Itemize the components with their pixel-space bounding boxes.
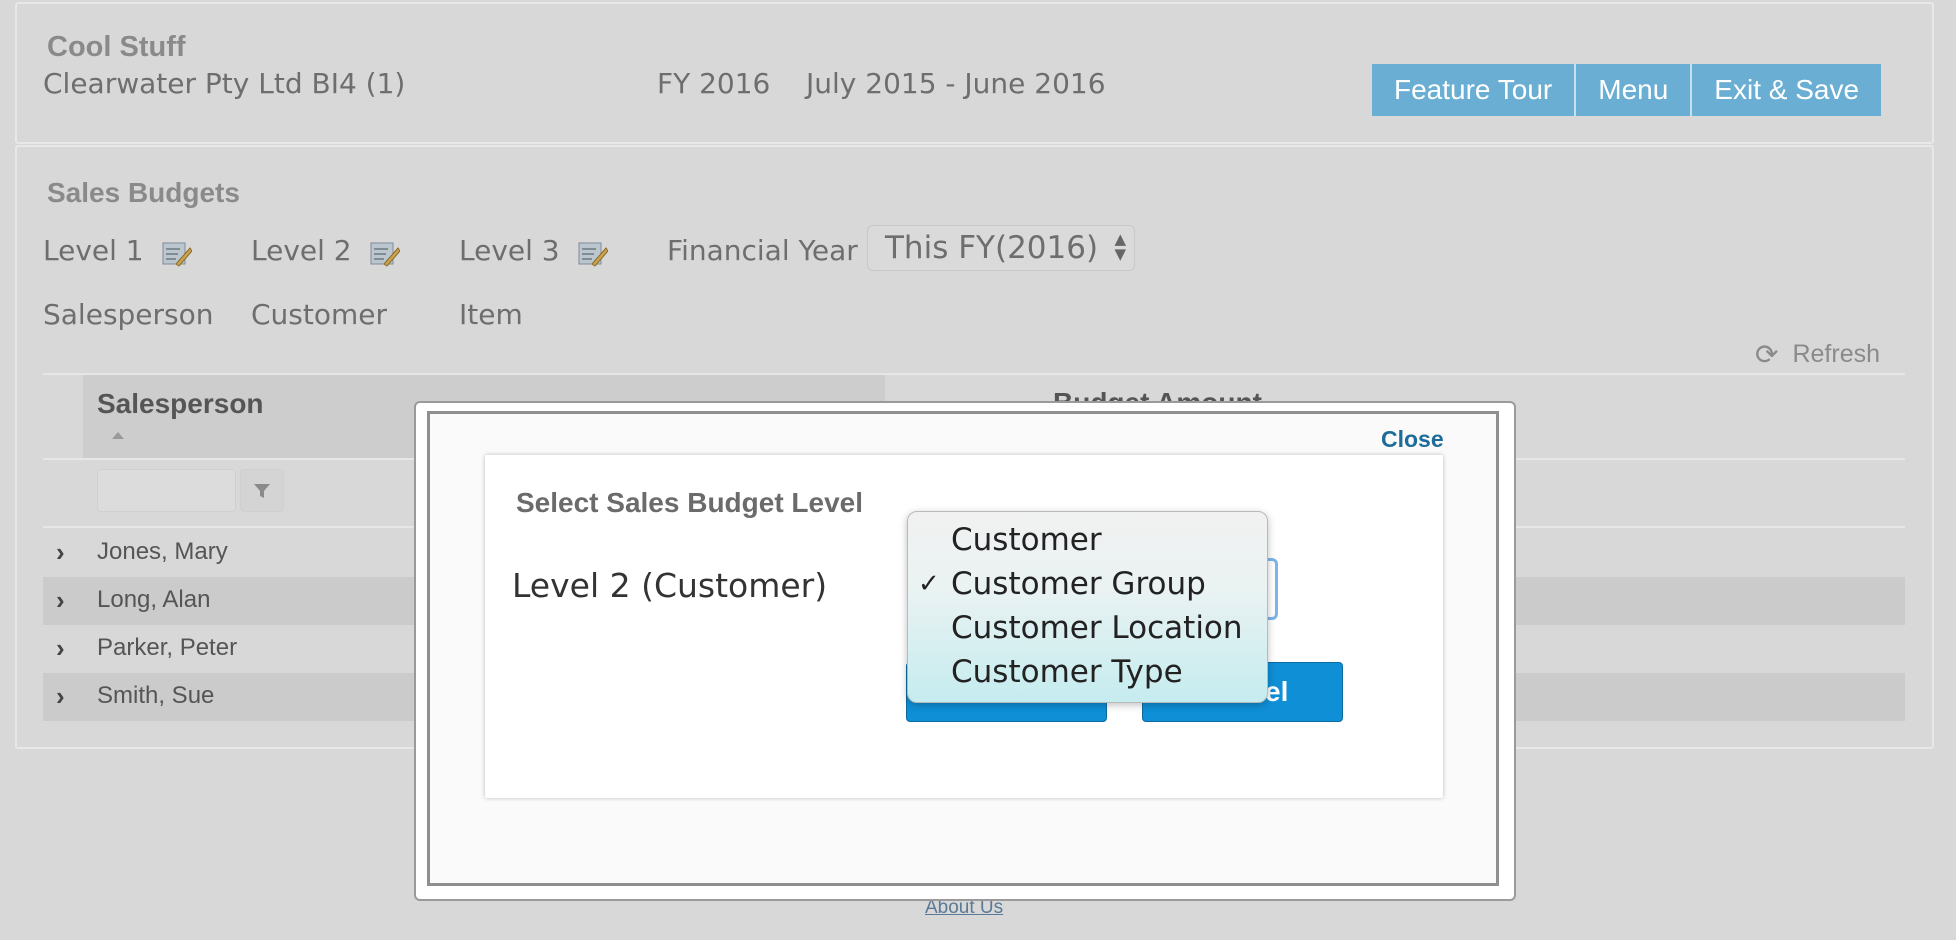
fiscal-period: July 2015 - June 2016 bbox=[806, 67, 1106, 100]
refresh-label: Refresh bbox=[1792, 340, 1881, 368]
level-2-label: Level 2 bbox=[251, 234, 352, 267]
menu-button[interactable]: Menu bbox=[1576, 64, 1693, 116]
financial-year-value: This FY(2016) bbox=[885, 230, 1099, 266]
section-title: Sales Budgets bbox=[47, 177, 240, 208]
dropdown-option[interactable]: Customer Location bbox=[908, 608, 1267, 652]
close-link[interactable]: Close bbox=[1381, 426, 1444, 453]
dropdown-option[interactable]: Customer Type bbox=[908, 652, 1267, 696]
refresh-icon: ⟳ bbox=[1755, 339, 1779, 370]
row-name: Long, Alan bbox=[97, 586, 211, 613]
option-label: Customer Type bbox=[951, 654, 1183, 690]
option-label: Customer Location bbox=[951, 610, 1243, 646]
edit-icon[interactable] bbox=[576, 238, 608, 268]
sort-ascending-icon[interactable] bbox=[112, 432, 124, 439]
column-header-salesperson[interactable]: Salesperson bbox=[97, 388, 264, 420]
dialog-title: Select Sales Budget Level bbox=[516, 487, 864, 518]
dropdown-option[interactable]: Customer bbox=[908, 520, 1267, 564]
chevron-right-icon[interactable]: › bbox=[56, 633, 65, 664]
level-2-value: Customer bbox=[251, 298, 388, 331]
row-name: Parker, Peter bbox=[97, 634, 238, 661]
filter-icon[interactable] bbox=[240, 469, 284, 512]
level-3-value: Item bbox=[459, 298, 523, 331]
option-label: Customer Group bbox=[951, 566, 1206, 602]
top-button-bar: Feature Tour Menu Exit & Save bbox=[1372, 64, 1882, 116]
edit-icon[interactable] bbox=[368, 238, 400, 268]
chevron-right-icon[interactable]: › bbox=[56, 681, 65, 712]
level-1-value: Salesperson bbox=[43, 298, 214, 331]
fiscal-year: FY 2016 bbox=[657, 67, 771, 100]
feature-tour-button[interactable]: Feature Tour bbox=[1372, 64, 1577, 116]
row-name: Smith, Sue bbox=[97, 682, 215, 709]
edit-icon[interactable] bbox=[160, 238, 192, 268]
dropdown-option-selected[interactable]: ✓ Customer Group bbox=[908, 564, 1267, 608]
financial-year-label: Financial Year bbox=[667, 234, 858, 267]
level-dropdown-menu: Customer ✓ Customer Group Customer Locati… bbox=[907, 511, 1268, 703]
row-name: Jones, Mary bbox=[97, 538, 228, 565]
chevron-right-icon[interactable]: › bbox=[56, 585, 65, 616]
financial-year-select[interactable]: This FY(2016) ▲ ▼ bbox=[867, 225, 1135, 271]
exit-save-button[interactable]: Exit & Save bbox=[1692, 64, 1881, 116]
salesperson-filter-input[interactable] bbox=[97, 469, 236, 512]
level-3-label: Level 3 bbox=[459, 234, 560, 267]
select-arrows-icon: ▲ ▼ bbox=[1114, 230, 1126, 263]
option-label: Customer bbox=[951, 522, 1102, 558]
level-1-label: Level 1 bbox=[43, 234, 144, 267]
company-name: Cool Stuff bbox=[47, 31, 186, 63]
organisation-name: Clearwater Pty Ltd BI4 (1) bbox=[43, 67, 406, 100]
level-2-customer-label: Level 2 (Customer) bbox=[512, 566, 828, 605]
refresh-button[interactable]: ⟳ Refresh bbox=[1755, 338, 1880, 371]
chevron-right-icon[interactable]: › bbox=[56, 537, 65, 568]
check-icon: ✓ bbox=[918, 569, 940, 599]
